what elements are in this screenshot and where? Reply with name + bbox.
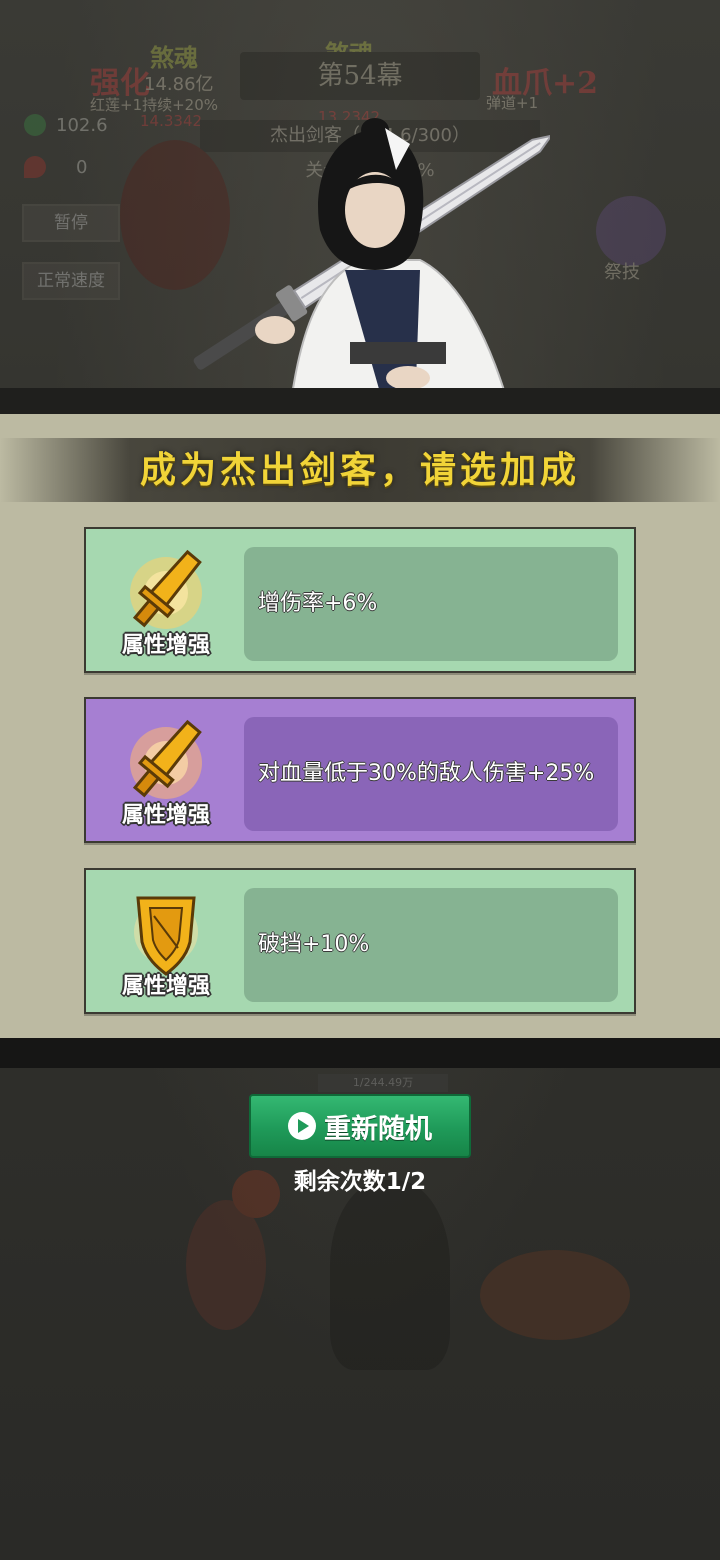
golden-sword-icon xyxy=(130,719,202,799)
bonus-card-2[interactable]: 属性增强 对血量低于30%的敌人伤害+25% xyxy=(84,697,636,843)
play-icon xyxy=(288,1112,316,1140)
card-2-label: 属性增强 xyxy=(121,803,210,828)
card-1-desc-box: 增伤率+6% xyxy=(244,547,618,661)
pause-button[interactable]: 暂停 xyxy=(22,204,120,242)
panel-bottom-border xyxy=(0,1038,720,1068)
speed-button[interactable]: 正常速度 xyxy=(22,262,120,300)
reroll-label: 重新随机 xyxy=(324,1113,432,1145)
skill-label: 祭技 xyxy=(604,262,640,283)
stat-red-value: 0 xyxy=(76,156,88,178)
soul-left-title: 煞魂 xyxy=(150,43,198,72)
panel-top-border xyxy=(0,388,720,416)
stat-green-value: 102.6 xyxy=(56,114,108,136)
creature-left xyxy=(186,1200,266,1330)
soul-left-value: 14.86亿 xyxy=(144,74,214,95)
modal-title: 成为杰出剑客，请选加成 xyxy=(139,449,580,491)
swordsman-portrait xyxy=(193,118,550,410)
skill-orb[interactable] xyxy=(596,196,666,266)
card-2-desc-box: 对血量低于30%的敌人伤害+25% xyxy=(244,717,618,831)
stat-red: 0 xyxy=(24,156,87,178)
player-silhouette xyxy=(330,1180,450,1370)
creature-right xyxy=(480,1250,630,1340)
reroll-button[interactable]: 重新随机 xyxy=(249,1094,471,1158)
remaining-count: 剩余次数1/2 xyxy=(293,1169,427,1195)
stage-title: 第54幕 xyxy=(240,52,480,100)
card-1-description: 增伤率+6% xyxy=(258,591,378,616)
card-3-desc-box: 破挡+10% xyxy=(244,888,618,1002)
card-2-description: 对血量低于30%的敌人伤害+25% xyxy=(258,761,595,786)
enemy-hp-bar: 1/244.49万 xyxy=(318,1074,448,1092)
card-3-description: 破挡+10% xyxy=(258,932,370,957)
card-3-label: 属性增强 xyxy=(121,974,210,999)
bonus-card-1[interactable]: 属性增强 增伤率+6% xyxy=(84,527,636,673)
red-drop-icon xyxy=(24,156,46,178)
golden-shield-icon xyxy=(134,896,198,976)
golden-sword-icon xyxy=(130,549,202,629)
green-gem-icon xyxy=(24,114,46,136)
bonus-card-3[interactable]: 属性增强 破挡+10% xyxy=(84,868,636,1014)
stat-green: 102.6 xyxy=(24,114,108,136)
card-1-label: 属性增强 xyxy=(121,633,210,658)
